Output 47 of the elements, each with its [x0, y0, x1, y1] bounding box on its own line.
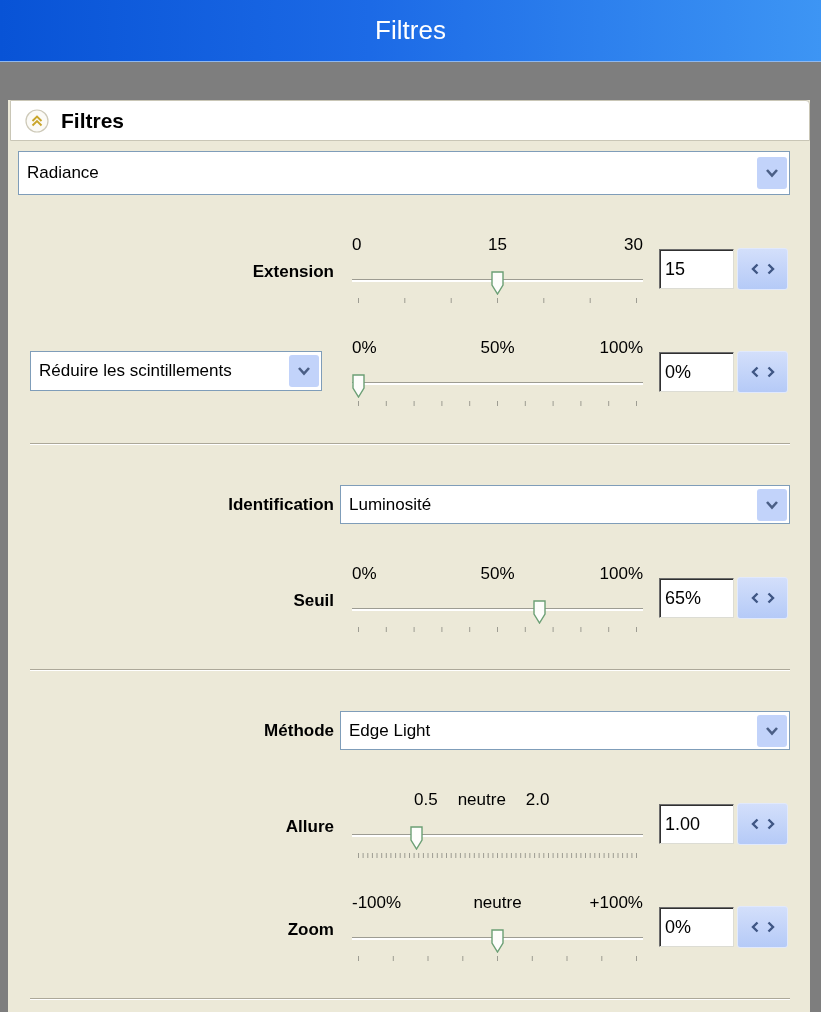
dropdown[interactable]: Edge Light [340, 711, 790, 750]
spin-button[interactable] [737, 577, 788, 619]
scale-label: neutre [473, 893, 522, 913]
slider-thumb[interactable] [491, 929, 504, 953]
scale-label: neutre [457, 790, 506, 810]
title-bar: Filtres [0, 0, 821, 62]
panel-title: Filtres [61, 107, 125, 134]
spin-button[interactable] [737, 351, 788, 393]
dropdown[interactable]: Luminosité [340, 485, 790, 524]
collapse-icon[interactable] [25, 108, 49, 133]
scale-label: 30 [624, 235, 643, 255]
scale-label: 15 [488, 235, 507, 255]
field-label: Zoom [287, 920, 334, 940]
dropdown[interactable]: Radiance [18, 151, 790, 195]
scale-label: 100% [599, 338, 643, 358]
scale-label: 100% [599, 564, 643, 584]
slider-thumb[interactable] [532, 600, 546, 624]
value-field[interactable]: 0% [659, 907, 734, 947]
chevron-down-icon [289, 355, 319, 387]
value-field[interactable]: 15 [659, 249, 734, 289]
scale-label: 50% [480, 564, 515, 584]
scale-label: 0 [352, 235, 362, 255]
field-label: Identification [228, 494, 334, 515]
value-field[interactable]: 0% [659, 352, 734, 392]
field-label: Seuil [293, 591, 334, 611]
value-field[interactable]: 1.00 [659, 804, 734, 844]
slider-thumb[interactable] [491, 271, 504, 295]
slider-thumb[interactable] [352, 374, 365, 398]
spin-button[interactable] [737, 906, 788, 948]
scale-label: 2.0 [525, 790, 550, 810]
chevron-down-icon [757, 488, 787, 521]
spin-button[interactable] [737, 248, 788, 290]
value-field[interactable]: 65% [659, 578, 734, 618]
field-label: Allure [285, 817, 334, 837]
scale-label: 0.5 [414, 790, 438, 810]
scale-label: 50% [480, 338, 515, 358]
field-label: Extension [252, 262, 334, 282]
chevron-down-icon [757, 157, 787, 189]
scale-label: 0% [352, 338, 377, 358]
field-label: Méthode [264, 720, 334, 741]
scale-label: -100% [352, 893, 402, 913]
scale-label: 0% [352, 564, 377, 584]
scale-label: +100% [589, 893, 643, 913]
dropdown[interactable]: Réduire les scintillements [30, 351, 322, 391]
chevron-down-icon [757, 714, 787, 747]
spin-button[interactable] [737, 803, 788, 845]
slider-thumb[interactable] [410, 826, 424, 850]
